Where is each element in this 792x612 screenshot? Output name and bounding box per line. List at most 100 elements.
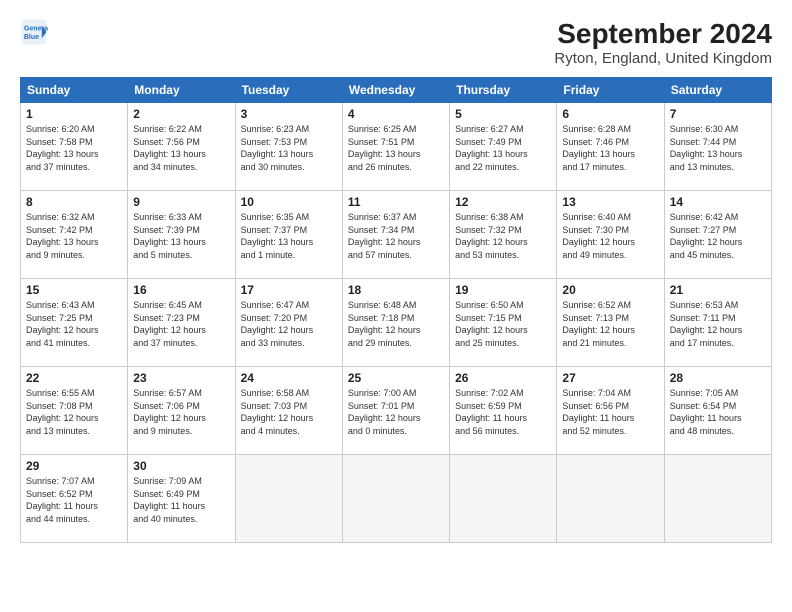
day-detail: Sunrise: 6:35 AM Sunset: 7:37 PM Dayligh… (241, 211, 337, 261)
day-detail: Sunrise: 6:45 AM Sunset: 7:23 PM Dayligh… (133, 299, 229, 349)
table-row: 16 Sunrise: 6:45 AM Sunset: 7:23 PM Dayli… (128, 279, 235, 367)
day-number: 15 (26, 283, 122, 297)
table-row: 22 Sunrise: 6:55 AM Sunset: 7:08 PM Dayli… (21, 367, 128, 455)
day-number: 11 (348, 195, 444, 209)
day-detail: Sunrise: 7:00 AM Sunset: 7:01 PM Dayligh… (348, 387, 444, 437)
day-number: 24 (241, 371, 337, 385)
day-number: 27 (562, 371, 658, 385)
table-row: 3 Sunrise: 6:23 AM Sunset: 7:53 PM Daylig… (235, 103, 342, 191)
table-row: 28 Sunrise: 7:05 AM Sunset: 6:54 PM Dayli… (664, 367, 771, 455)
day-detail: Sunrise: 6:38 AM Sunset: 7:32 PM Dayligh… (455, 211, 551, 261)
table-row: 10 Sunrise: 6:35 AM Sunset: 7:37 PM Dayli… (235, 191, 342, 279)
table-row: 17 Sunrise: 6:47 AM Sunset: 7:20 PM Dayli… (235, 279, 342, 367)
day-number: 3 (241, 107, 337, 121)
table-row: 15Sunrise: 6:43 AM Sunset: 7:25 PM Dayli… (21, 279, 128, 367)
table-row: 21 Sunrise: 6:53 AM Sunset: 7:11 PM Dayli… (664, 279, 771, 367)
col-tuesday: Tuesday (235, 78, 342, 103)
day-detail: Sunrise: 6:53 AM Sunset: 7:11 PM Dayligh… (670, 299, 766, 349)
table-row: 8 Sunrise: 6:32 AM Sunset: 7:42 PM Daylig… (21, 191, 128, 279)
day-number: 12 (455, 195, 551, 209)
table-row: 20 Sunrise: 6:52 AM Sunset: 7:13 PM Dayli… (557, 279, 664, 367)
table-row (235, 455, 342, 543)
month-year-title: September 2024 (554, 18, 772, 50)
day-detail: Sunrise: 6:32 AM Sunset: 7:42 PM Dayligh… (26, 211, 122, 261)
table-row: 1Sunrise: 6:20 AM Sunset: 7:58 PM Daylig… (21, 103, 128, 191)
calendar-header-row: Sunday Monday Tuesday Wednesday Thursday… (21, 78, 772, 103)
day-number: 13 (562, 195, 658, 209)
day-number: 16 (133, 283, 229, 297)
table-row: 13 Sunrise: 6:40 AM Sunset: 7:30 PM Dayli… (557, 191, 664, 279)
day-number: 17 (241, 283, 337, 297)
col-monday: Monday (128, 78, 235, 103)
table-row: 2 Sunrise: 6:22 AM Sunset: 7:56 PM Daylig… (128, 103, 235, 191)
table-row: 11 Sunrise: 6:37 AM Sunset: 7:34 PM Dayli… (342, 191, 449, 279)
calendar-week-row: 1Sunrise: 6:20 AM Sunset: 7:58 PM Daylig… (21, 103, 772, 191)
day-number: 9 (133, 195, 229, 209)
day-number: 4 (348, 107, 444, 121)
table-row: 23Sunrise: 6:57 AM Sunset: 7:06 PM Dayli… (128, 367, 235, 455)
day-detail: Sunrise: 6:52 AM Sunset: 7:13 PM Dayligh… (562, 299, 658, 349)
title-block: September 2024 Ryton, England, United Ki… (554, 18, 772, 67)
table-row: 6Sunrise: 6:28 AM Sunset: 7:46 PM Daylig… (557, 103, 664, 191)
col-thursday: Thursday (450, 78, 557, 103)
day-detail: Sunrise: 6:23 AM Sunset: 7:53 PM Dayligh… (241, 123, 337, 173)
day-detail: Sunrise: 6:55 AM Sunset: 7:08 PM Dayligh… (26, 387, 122, 437)
day-detail: Sunrise: 6:25 AM Sunset: 7:51 PM Dayligh… (348, 123, 444, 173)
day-detail: Sunrise: 7:09 AM Sunset: 6:49 PM Dayligh… (133, 475, 229, 525)
calendar-week-row: 29 Sunrise: 7:07 AM Sunset: 6:52 PM Dayli… (21, 455, 772, 543)
calendar-week-row: 8 Sunrise: 6:32 AM Sunset: 7:42 PM Daylig… (21, 191, 772, 279)
day-number: 29 (26, 459, 122, 473)
day-detail: Sunrise: 6:30 AM Sunset: 7:44 PM Dayligh… (670, 123, 766, 173)
day-detail: Sunrise: 7:05 AM Sunset: 6:54 PM Dayligh… (670, 387, 766, 437)
table-row: 27 Sunrise: 7:04 AM Sunset: 6:56 PM Dayli… (557, 367, 664, 455)
table-row: 12 Sunrise: 6:38 AM Sunset: 7:32 PM Dayli… (450, 191, 557, 279)
day-number: 10 (241, 195, 337, 209)
day-number: 7 (670, 107, 766, 121)
day-number: 5 (455, 107, 551, 121)
day-number: 22 (26, 371, 122, 385)
day-number: 18 (348, 283, 444, 297)
day-number: 26 (455, 371, 551, 385)
day-detail: Sunrise: 6:22 AM Sunset: 7:56 PM Dayligh… (133, 123, 229, 173)
day-number: 1 (26, 107, 122, 121)
table-row: 9 Sunrise: 6:33 AM Sunset: 7:39 PM Daylig… (128, 191, 235, 279)
col-saturday: Saturday (664, 78, 771, 103)
table-row (664, 455, 771, 543)
table-row: 24Sunrise: 6:58 AM Sunset: 7:03 PM Dayli… (235, 367, 342, 455)
day-number: 21 (670, 283, 766, 297)
day-detail: Sunrise: 7:02 AM Sunset: 6:59 PM Dayligh… (455, 387, 551, 437)
table-row: 4 Sunrise: 6:25 AM Sunset: 7:51 PM Daylig… (342, 103, 449, 191)
day-detail: Sunrise: 6:50 AM Sunset: 7:15 PM Dayligh… (455, 299, 551, 349)
day-detail: Sunrise: 6:37 AM Sunset: 7:34 PM Dayligh… (348, 211, 444, 261)
table-row: 18 Sunrise: 6:48 AM Sunset: 7:18 PM Dayli… (342, 279, 449, 367)
table-row: 19 Sunrise: 6:50 AM Sunset: 7:15 PM Dayli… (450, 279, 557, 367)
day-number: 23 (133, 371, 229, 385)
table-row (557, 455, 664, 543)
day-number: 19 (455, 283, 551, 297)
day-detail: Sunrise: 6:42 AM Sunset: 7:27 PM Dayligh… (670, 211, 766, 261)
day-number: 25 (348, 371, 444, 385)
col-wednesday: Wednesday (342, 78, 449, 103)
table-row: 29 Sunrise: 7:07 AM Sunset: 6:52 PM Dayli… (21, 455, 128, 543)
day-detail: Sunrise: 7:04 AM Sunset: 6:56 PM Dayligh… (562, 387, 658, 437)
day-detail: Sunrise: 6:33 AM Sunset: 7:39 PM Dayligh… (133, 211, 229, 261)
day-number: 2 (133, 107, 229, 121)
day-detail: Sunrise: 6:40 AM Sunset: 7:30 PM Dayligh… (562, 211, 658, 261)
calendar-week-row: 15Sunrise: 6:43 AM Sunset: 7:25 PM Dayli… (21, 279, 772, 367)
day-number: 20 (562, 283, 658, 297)
day-detail: Sunrise: 6:48 AM Sunset: 7:18 PM Dayligh… (348, 299, 444, 349)
logo-icon: General Blue (20, 18, 48, 46)
table-row: 5Sunrise: 6:27 AM Sunset: 7:49 PM Daylig… (450, 103, 557, 191)
table-row: 30 Sunrise: 7:09 AM Sunset: 6:49 PM Dayli… (128, 455, 235, 543)
location-subtitle: Ryton, England, United Kingdom (554, 50, 772, 67)
day-detail: Sunrise: 6:47 AM Sunset: 7:20 PM Dayligh… (241, 299, 337, 349)
page-header: General Blue September 2024 Ryton, Engla… (20, 18, 772, 67)
day-number: 8 (26, 195, 122, 209)
day-detail: Sunrise: 7:07 AM Sunset: 6:52 PM Dayligh… (26, 475, 122, 525)
day-number: 28 (670, 371, 766, 385)
table-row: 7 Sunrise: 6:30 AM Sunset: 7:44 PM Daylig… (664, 103, 771, 191)
day-number: 30 (133, 459, 229, 473)
table-row: 26 Sunrise: 7:02 AM Sunset: 6:59 PM Dayli… (450, 367, 557, 455)
table-row (450, 455, 557, 543)
day-number: 14 (670, 195, 766, 209)
